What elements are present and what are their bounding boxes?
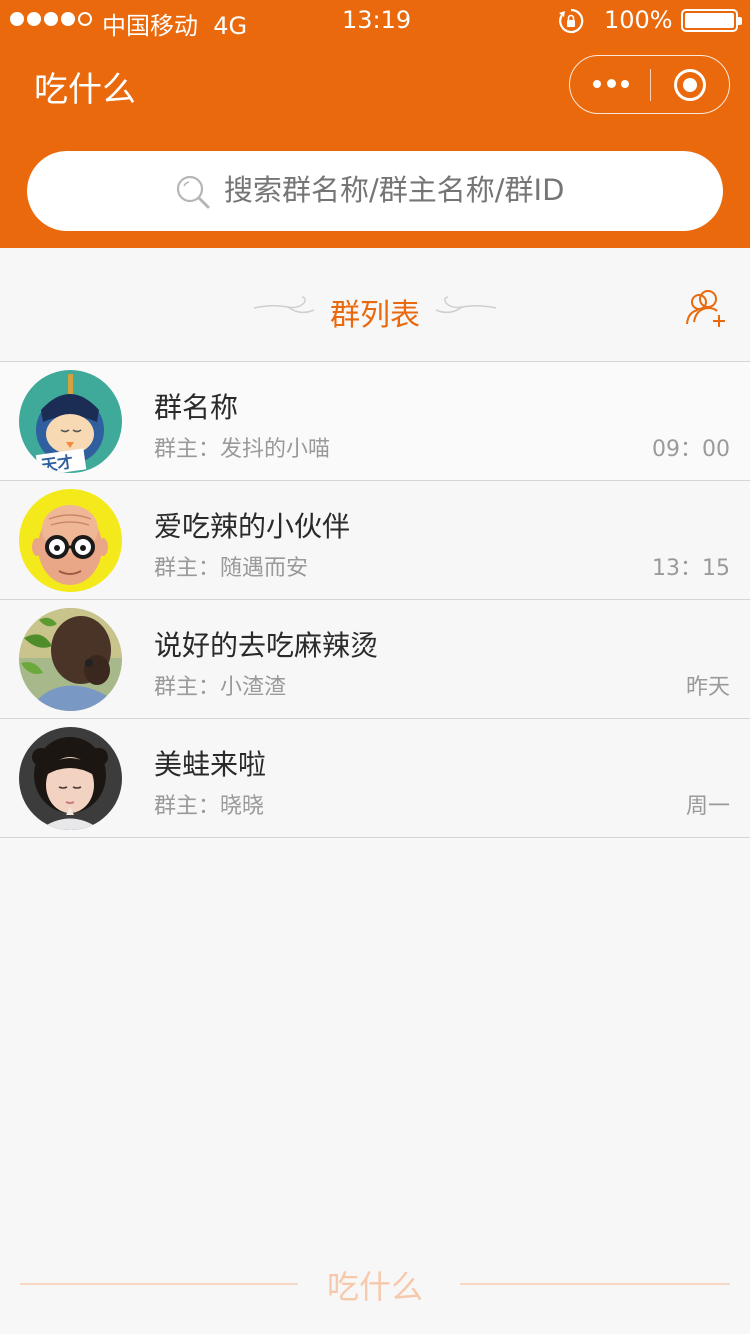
signal-strength-icon (10, 12, 92, 26)
battery-percent: 100% (604, 6, 673, 34)
footer-divider-right (460, 1283, 730, 1285)
avatar (19, 489, 122, 592)
avatar: 天才 (19, 370, 122, 473)
group-time: 昨天 (685, 675, 730, 700)
group-name: 爱吃辣的小伙伴 (154, 510, 351, 543)
group-name: 美蛙来啦 (154, 748, 267, 781)
list-item[interactable]: 爱吃辣的小伙伴 群主：随遇而安 13：15 (0, 481, 750, 600)
group-owner: 群主：小渣渣 (154, 675, 287, 700)
group-owner: 群主：晓晓 (154, 794, 265, 819)
group-owner: 群主：发抖的小喵 (154, 437, 331, 462)
mini-program-capsule (569, 55, 730, 114)
flourish-right-icon (435, 296, 497, 314)
group-name: 群名称 (154, 391, 239, 424)
group-list: 天才 群名称 群主：发抖的小喵 09：00 爱吃辣的小伙伴 群主：随遇而安 13… (0, 361, 750, 838)
page-title: 吃什么 (34, 70, 136, 110)
status-bar: 中国移动 4G 13:19 100% (0, 0, 750, 40)
group-name: 说好的去吃麻辣烫 (154, 629, 379, 662)
list-item[interactable]: 说好的去吃麻辣烫 群主：小渣渣 昨天 (0, 600, 750, 719)
section-header: 群列表 (0, 280, 750, 340)
group-time: 周一 (685, 794, 730, 819)
avatar-logo-text: 天才 (40, 452, 74, 473)
group-time: 13：15 (652, 556, 730, 581)
search-input[interactable] (224, 173, 694, 207)
battery-icon (681, 9, 742, 32)
target-close-icon[interactable] (674, 69, 706, 101)
status-time: 13:19 (342, 6, 412, 34)
list-item[interactable]: 美蛙来啦 群主：晓晓 周一 (0, 719, 750, 838)
search-bar[interactable] (27, 151, 723, 231)
footer-text: 吃什么 (326, 1268, 423, 1306)
add-group-member-icon[interactable] (684, 288, 732, 328)
capsule-divider (650, 69, 651, 101)
group-time: 09：00 (652, 437, 730, 462)
header-bar: 中国移动 4G 13:19 100% 吃什么 (0, 0, 750, 248)
avatar (19, 608, 122, 711)
list-item[interactable]: 天才 群名称 群主：发抖的小喵 09：00 (0, 362, 750, 481)
footer-brand: 吃什么 (0, 1260, 750, 1310)
more-dots-icon[interactable] (570, 56, 650, 112)
rotation-lock-icon (559, 8, 584, 34)
group-owner: 群主：随遇而安 (154, 556, 309, 581)
carrier-label: 中国移动 4G (102, 12, 248, 40)
search-icon (176, 175, 210, 209)
section-title: 群列表 (330, 298, 420, 333)
avatar (19, 727, 122, 830)
